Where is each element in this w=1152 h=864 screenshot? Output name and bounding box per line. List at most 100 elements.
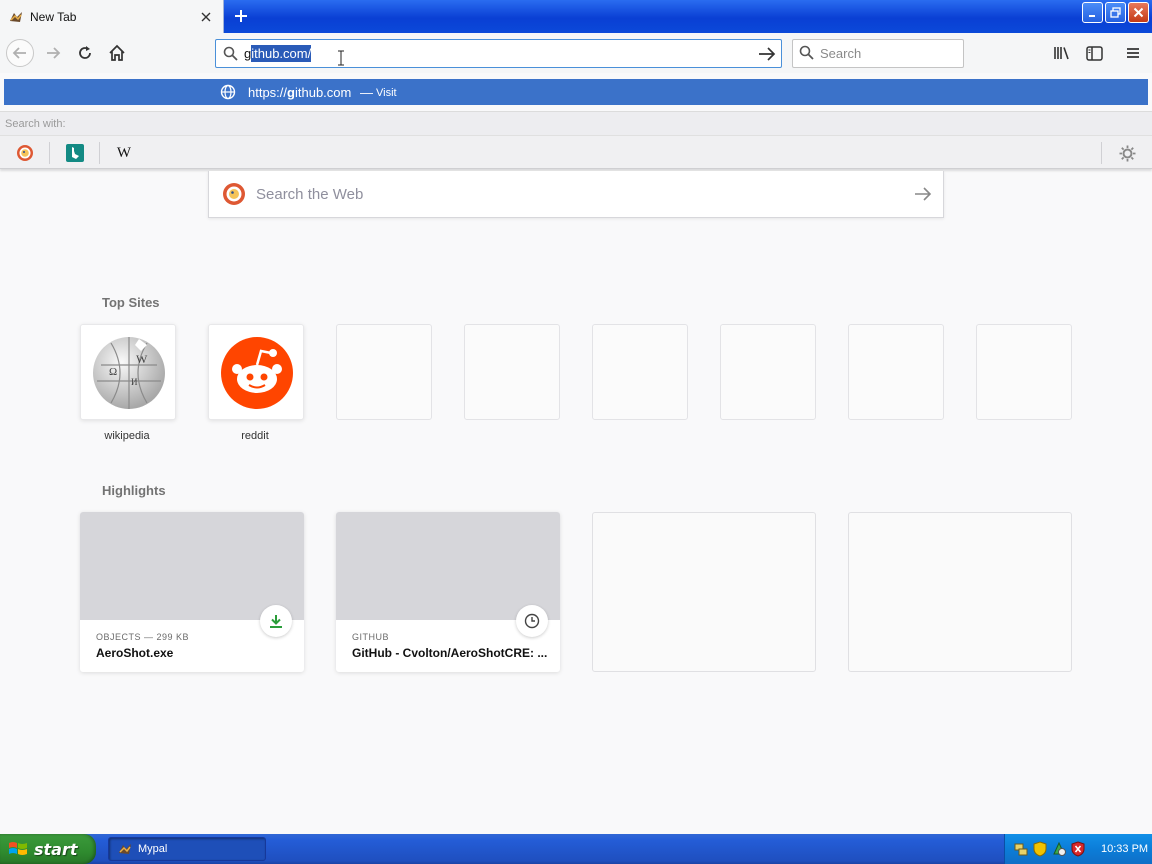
- autocomplete-separator: —: [360, 85, 373, 100]
- security-shield-icon[interactable]: [1032, 841, 1048, 857]
- autocomplete-url-prefix: https://: [248, 85, 288, 100]
- new-tab-button[interactable]: [229, 5, 253, 27]
- plus-icon: [235, 10, 247, 22]
- library-button[interactable]: [1050, 41, 1074, 65]
- back-button[interactable]: [6, 39, 34, 67]
- close-icon: [1133, 7, 1144, 18]
- close-icon[interactable]: [195, 6, 217, 28]
- bing-icon: [66, 144, 84, 162]
- globe-icon: [220, 84, 236, 100]
- system-tray: 10:33 PM: [1004, 834, 1152, 864]
- highlight-title: AeroShot.exe: [96, 646, 174, 660]
- highlight-thumbnail: [80, 512, 304, 620]
- url-autofill-selection: ithub.com/: [251, 45, 312, 62]
- wikipedia-engine-button[interactable]: W: [114, 143, 134, 163]
- mypal-logo-icon: [10, 11, 22, 22]
- antivirus-shield-icon[interactable]: [1070, 841, 1086, 857]
- download-icon: [260, 605, 292, 637]
- sidebar-button[interactable]: [1082, 41, 1106, 65]
- minimize-button[interactable]: [1082, 2, 1103, 23]
- wikipedia-globe-icon: Ω W И: [93, 337, 165, 409]
- home-icon: [109, 44, 125, 61]
- highlight-meta: OBJECTS — 299 KB: [96, 632, 190, 642]
- autocomplete-url-rest: ithub.com: [294, 85, 352, 100]
- search-icon: [799, 45, 814, 63]
- topsite-empty-slot[interactable]: [720, 324, 816, 420]
- sidebar-icon: [1085, 45, 1103, 61]
- search-settings-button[interactable]: [1117, 143, 1137, 163]
- arrow-right-icon[interactable]: [903, 186, 943, 202]
- update-tray-icon[interactable]: [1051, 841, 1067, 857]
- topsite-reddit[interactable]: [208, 324, 304, 420]
- minimize-icon: [1088, 14, 1095, 17]
- highlight-title: GitHub - Cvolton/AeroShotCRE: ...: [352, 646, 548, 660]
- topsite-empty-slot[interactable]: [464, 324, 560, 420]
- highlight-empty-slot: [592, 512, 816, 672]
- url-bar[interactable]: github.com/: [215, 39, 782, 68]
- network-tray-icon[interactable]: [1013, 841, 1029, 857]
- forward-button[interactable]: [41, 41, 65, 65]
- topsite-empty-slot[interactable]: [336, 324, 432, 420]
- web-search-box[interactable]: Search the Web: [208, 171, 944, 218]
- highlight-card[interactable]: GITHUB GitHub - Cvolton/AeroShotCRE: ...: [336, 512, 560, 672]
- go-arrow-icon[interactable]: [753, 46, 781, 62]
- restore-icon: [1110, 7, 1121, 18]
- highlight-meta: GITHUB: [352, 632, 390, 642]
- window-controls: [1082, 2, 1149, 23]
- tab-strip: New Tab: [0, 0, 1152, 33]
- taskbar-item-mypal[interactable]: Mypal: [108, 837, 266, 861]
- engine-divider: [49, 142, 50, 164]
- arrow-left-icon: [12, 47, 26, 59]
- autocomplete-result[interactable]: https://github.com — Visit: [4, 79, 1148, 105]
- wikipedia-w-icon: W: [116, 144, 132, 161]
- start-button[interactable]: start: [0, 834, 96, 864]
- duckduckgo-icon: [17, 145, 33, 161]
- search-bar[interactable]: Search: [792, 39, 964, 68]
- web-search-placeholder: Search the Web: [256, 185, 364, 203]
- highlight-thumbnail: [336, 512, 560, 620]
- highlights-heading: Highlights: [102, 483, 166, 498]
- menu-button[interactable]: [1121, 41, 1145, 65]
- svg-text:W: W: [136, 352, 148, 366]
- autocomplete-url: https://github.com: [248, 85, 351, 100]
- clock-icon: [516, 605, 548, 637]
- close-window-button[interactable]: [1128, 2, 1149, 23]
- navigation-toolbar: github.com/ Search: [0, 33, 1152, 73]
- text-cursor-icon: [338, 50, 344, 66]
- bing-engine-button[interactable]: [65, 143, 85, 163]
- topsite-empty-slot[interactable]: [848, 324, 944, 420]
- top-sites-heading: Top Sites: [102, 295, 160, 310]
- restore-button[interactable]: [1105, 2, 1126, 23]
- taskbar: start Mypal 10:33 PM: [0, 834, 1152, 864]
- url-input[interactable]: github.com/: [244, 45, 753, 62]
- mypal-logo-icon: [119, 844, 131, 854]
- tab-new-tab[interactable]: New Tab: [0, 0, 224, 33]
- library-icon: [1054, 47, 1069, 60]
- highlight-card[interactable]: OBJECTS — 299 KB AeroShot.exe: [80, 512, 304, 672]
- reload-icon: [79, 46, 91, 59]
- tab-title: New Tab: [30, 9, 77, 24]
- search-with-label: Search with:: [5, 118, 66, 130]
- hamburger-menu-icon: [1127, 48, 1139, 58]
- topsite-label: wikipedia: [104, 430, 150, 442]
- start-label: start: [34, 839, 78, 859]
- taskbar-item-label: Mypal: [138, 843, 168, 855]
- svg-text:Ω: Ω: [109, 366, 117, 378]
- gear-icon: [1119, 145, 1135, 161]
- clock: 10:33 PM: [1101, 843, 1149, 855]
- engine-divider: [1101, 142, 1102, 164]
- search-with-bar: Search with:: [0, 111, 1152, 135]
- topsite-label: reddit: [241, 430, 269, 442]
- duckduckgo-icon: [223, 183, 245, 205]
- reload-button[interactable]: [73, 41, 97, 65]
- topsite-empty-slot[interactable]: [592, 324, 688, 420]
- reddit-icon: [221, 337, 293, 409]
- highlight-empty-slot: [848, 512, 1072, 672]
- topsite-wikipedia[interactable]: Ω W И: [80, 324, 176, 420]
- duckduckgo-engine-button[interactable]: [15, 143, 35, 163]
- home-button[interactable]: [105, 41, 129, 65]
- topsite-empty-slot[interactable]: [976, 324, 1072, 420]
- one-off-search-engines: W: [0, 135, 1152, 169]
- search-icon: [216, 46, 244, 61]
- svg-text:И: И: [131, 377, 138, 387]
